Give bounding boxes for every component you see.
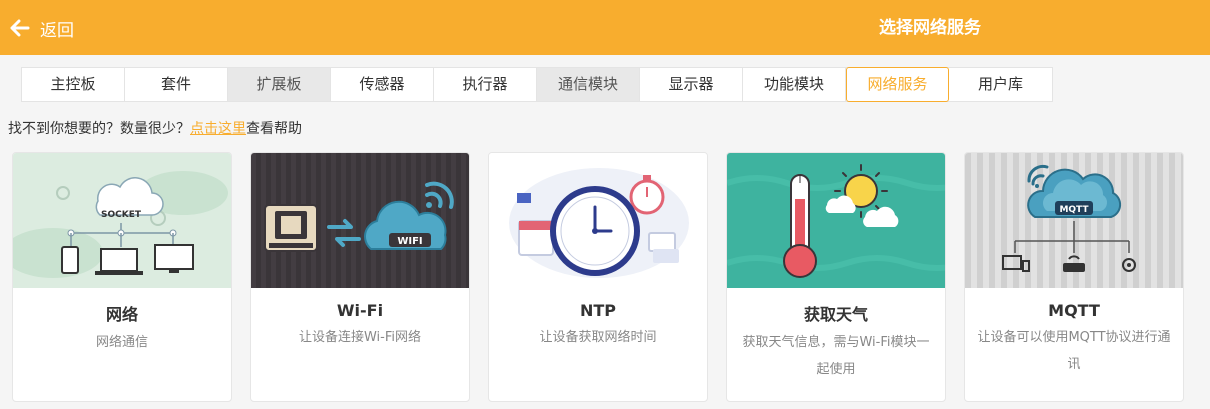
mqtt-cloud-illustration: MQTT	[965, 153, 1183, 288]
tab-function-module[interactable]: 功能模块	[743, 68, 846, 101]
card-wifi[interactable]: WIFI Wi-Fi 让设备连接Wi-Fi网络	[250, 152, 470, 402]
card-wifi-desc: 让设备连接Wi-Fi网络	[298, 330, 421, 345]
tab-extension-board[interactable]: 扩展板	[228, 68, 331, 101]
tab-display[interactable]: 显示器	[640, 68, 743, 101]
wifi-cloud-illustration: WIFI	[251, 153, 469, 288]
card-ntp-name: NTP	[579, 301, 617, 320]
card-network[interactable]: SOCKET 网络 网络通信	[12, 152, 232, 402]
socket-label: SOCKET	[101, 210, 142, 220]
help-text: 找不到你想要的？数量很少？点击这里查看帮助	[8, 118, 302, 138]
top-bar: 返回 选择网络服务	[0, 0, 1210, 55]
tab-communication-module[interactable]: 通信模块	[537, 68, 640, 101]
tab-network-service[interactable]: 网络服务	[846, 67, 949, 102]
category-tabs: 主控板 套件 扩展板 传感器 执行器 通信模块 显示器 功能模块 网络服务 用户…	[21, 67, 1053, 102]
card-network-desc: 网络通信	[95, 335, 148, 350]
wifi-label: WIFI	[397, 236, 422, 247]
page-title: 选择网络服务	[879, 18, 981, 38]
back-button[interactable]: 返回	[10, 14, 74, 42]
card-network-name: 网络	[105, 305, 138, 324]
service-card-list: SOCKET 网络 网络通信 WIFI Wi-Fi 让设备连接Wi-Fi网络 N…	[12, 152, 1202, 402]
card-ntp[interactable]: NTP 让设备获取网络时间	[488, 152, 708, 402]
socket-network-illustration: SOCKET	[13, 153, 231, 288]
tab-kit[interactable]: 套件	[125, 68, 228, 101]
card-weather-desc: 获取天气信息，需与Wi-Fi模块一起使用	[742, 335, 930, 377]
card-mqtt-name: MQTT	[1048, 301, 1100, 320]
help-prefix: 找不到你想要的？数量很少？	[8, 121, 190, 137]
weather-thermometer-illustration	[727, 153, 945, 288]
card-wifi-name: Wi-Fi	[336, 301, 384, 320]
card-weather[interactable]: 获取天气 获取天气信息，需与Wi-Fi模块一起使用	[726, 152, 946, 402]
mqtt-label: MQTT	[1059, 205, 1089, 215]
tab-actuator[interactable]: 执行器	[434, 68, 537, 101]
tab-sensor[interactable]: 传感器	[331, 68, 434, 101]
arrow-left-icon	[10, 19, 30, 37]
help-link[interactable]: 点击这里	[190, 121, 246, 137]
tab-user-library[interactable]: 用户库	[949, 68, 1052, 101]
clock-illustration	[489, 153, 707, 288]
help-suffix: 查看帮助	[246, 121, 302, 137]
card-mqtt[interactable]: MQTT MQTT 让设备可以使用MQTT协议进行通讯	[964, 152, 1184, 402]
tab-mainboard[interactable]: 主控板	[22, 68, 125, 101]
back-label: 返回	[40, 20, 74, 41]
card-ntp-desc: 让设备获取网络时间	[539, 330, 657, 345]
card-weather-name: 获取天气	[803, 305, 868, 324]
card-mqtt-desc: 让设备可以使用MQTT协议进行通讯	[977, 330, 1171, 372]
